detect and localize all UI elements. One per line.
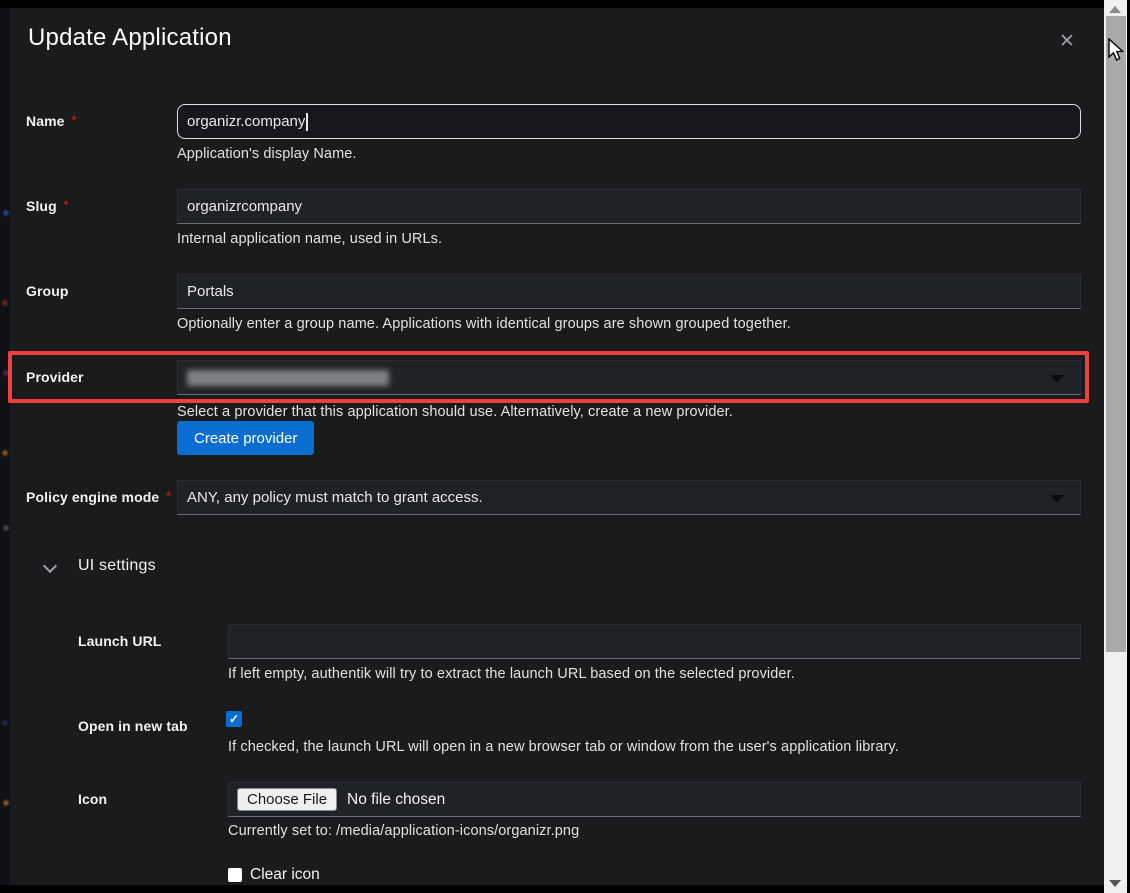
scrollbar-thumb[interactable] [1106,16,1126,652]
scroll-up-arrow-icon[interactable] [1109,6,1121,13]
required-asterisk: * [64,198,69,212]
group-label: Group [26,283,69,299]
provider-label: Provider [26,369,84,385]
policy-engine-mode-select[interactable]: ANY, any policy must match to grant acce… [177,480,1081,515]
clear-icon-label: Clear icon [250,866,320,884]
required-asterisk: * [166,489,171,503]
file-chosen-status: No file chosen [347,791,445,809]
slug-label: Slug* [26,198,69,214]
redacted-provider-value [187,370,389,386]
close-icon[interactable]: ✕ [1053,28,1081,56]
choose-file-button[interactable]: Choose File [237,788,337,811]
group-help-text: Optionally enter a group name. Applicati… [177,316,791,332]
open-in-new-tab-label: Open in new tab [78,718,188,734]
launch-url-input[interactable] [228,624,1081,659]
ui-settings-section-header[interactable]: UI settings [78,557,156,575]
provider-help-text: Select a provider that this application … [177,404,733,420]
name-label: Name* [26,113,76,129]
open-in-new-tab-checkbox[interactable]: ✓ [226,711,242,727]
icon-help-text: Currently set to: /media/application-ico… [228,823,579,839]
icon-file-input[interactable]: Choose File No file chosen [228,782,1081,817]
slug-input[interactable]: organizrcompany [177,189,1081,224]
check-icon: ✓ [229,713,239,725]
modal-overlay-page: Update Application ✕ Name* organizr.comp… [0,0,1130,893]
text-cursor [306,113,308,131]
page-title: Update Application [28,24,232,52]
vertical-scrollbar[interactable] [1104,0,1127,893]
name-input[interactable]: organizr.company [177,104,1081,139]
group-input[interactable]: Portals [177,274,1081,309]
launch-url-help-text: If left empty, authentik will try to ext… [228,666,795,682]
launch-url-label: Launch URL [78,633,161,649]
name-help-text: Application's display Name. [177,146,357,162]
open-in-new-tab-help-text: If checked, the launch URL will open in … [228,739,899,755]
create-provider-button[interactable]: Create provider [177,421,314,455]
provider-select[interactable] [177,360,1081,395]
scroll-down-arrow-icon[interactable] [1109,880,1121,887]
clear-icon-checkbox[interactable] [228,868,242,882]
caret-down-icon [1050,495,1064,503]
policy-engine-mode-label: Policy engine mode* [26,489,171,505]
icon-label: Icon [78,791,107,807]
dimmed-background-strip [0,8,10,885]
slug-help-text: Internal application name, used in URLs. [177,231,442,247]
required-asterisk: * [72,113,77,127]
caret-down-icon [1050,375,1064,383]
